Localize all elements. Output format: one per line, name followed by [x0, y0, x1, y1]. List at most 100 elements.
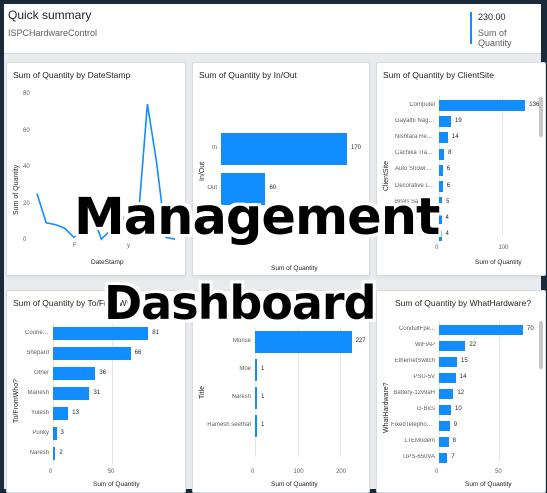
category-label: Computel: [409, 101, 435, 108]
x-tick-label: 0: [49, 469, 53, 475]
data-label: 22: [469, 342, 477, 348]
gridline: [499, 321, 500, 461]
category-label: Ramesh seethat: [207, 422, 251, 428]
data-label: 15: [461, 358, 468, 364]
x-tick-label: 100: [293, 469, 304, 475]
data-label: 227: [355, 338, 366, 344]
x-axis-title: Sum of Quantity: [271, 265, 318, 272]
category-label: Naresh: [29, 449, 49, 456]
x-axis-title: Sum of Quantity: [465, 481, 512, 488]
data-label: 170: [351, 145, 362, 151]
bar: [439, 100, 526, 111]
x-axis-title: DateStamp: [91, 259, 124, 266]
chart-card-what-hardware[interactable]: Sum of Quantity by WhatHardware? WhatHar…: [376, 290, 546, 493]
data-label: 10: [455, 406, 462, 412]
category-label: EthernetSwitch: [394, 358, 435, 364]
category-label: Auto Showrop...: [395, 166, 435, 173]
category-label: G-Bics: [417, 406, 435, 412]
category-label: Punky: [32, 429, 49, 436]
bar: [53, 347, 131, 360]
page-title: Quick summary: [8, 8, 92, 22]
category-label: Monse: [232, 338, 251, 344]
bar: [439, 325, 523, 335]
data-label: 8: [452, 438, 456, 444]
data-label: 4: [445, 231, 449, 238]
bar: [439, 181, 443, 192]
scrollbar[interactable]: [539, 321, 543, 369]
data-label: 5: [446, 198, 450, 205]
data-label: 13: [72, 409, 79, 416]
bar: [255, 415, 257, 437]
report-header: Quick summary ISPCHardwareControl 230.00…: [4, 4, 541, 54]
x-axis-title: Sum of Quantity: [475, 259, 522, 266]
category-label: Naresh: [231, 394, 251, 400]
category-label: Shepard: [26, 349, 49, 356]
bar: [439, 421, 450, 431]
category-label: WiFiAP: [415, 342, 435, 348]
bar: [221, 133, 347, 165]
x-axis-title: Sum of Quantity: [271, 481, 318, 488]
data-label: 3: [60, 429, 64, 436]
bar: [439, 405, 451, 415]
data-label: 36: [99, 369, 107, 376]
bar: [439, 148, 445, 160]
data-label: 6: [446, 166, 451, 173]
data-label: 9: [453, 422, 458, 428]
bar: [255, 331, 352, 353]
data-label: 8: [448, 150, 452, 157]
kpi-card[interactable]: 230.00 Sum of Quantity: [470, 12, 541, 48]
bar: [53, 427, 57, 440]
category-label: Gayathi Nagar ...: [395, 117, 435, 124]
y-axis-title: ClientSite: [383, 161, 390, 191]
x-tick-label: 200: [336, 469, 347, 475]
category-label: LTEModem: [404, 438, 435, 444]
category-label: Yulesh: [30, 409, 49, 416]
data-label: 7: [451, 454, 455, 460]
data-label: 136: [529, 101, 540, 108]
x-axis-title: Sum of Quantity: [93, 481, 140, 488]
category-label: PSU-5V: [413, 374, 435, 380]
data-label: 19: [455, 117, 462, 124]
category-label: CourierCo: [25, 329, 49, 336]
x-tick-label: 50: [495, 469, 502, 475]
category-label: FixedTelephon...: [391, 422, 435, 428]
chart-title: Sum of Quantity by WhatHardware?: [395, 298, 532, 308]
bar: [439, 197, 443, 209]
bar: [439, 373, 456, 383]
bar: [439, 437, 449, 447]
x-tick-label: 0: [251, 469, 255, 475]
bar: [53, 387, 90, 400]
data-label: 6: [446, 182, 451, 189]
data-label: 1: [261, 394, 265, 400]
bar: [439, 453, 448, 463]
data-label: 31: [93, 389, 101, 396]
gridline: [111, 323, 113, 465]
bar: [53, 367, 96, 380]
data-label: 81: [152, 329, 159, 336]
data-label: 14: [459, 374, 467, 380]
bar: [439, 357, 457, 367]
scrollbar[interactable]: [539, 97, 543, 137]
bar: [255, 387, 257, 409]
data-label: 12: [457, 390, 465, 396]
kpi-value: 230.00: [478, 12, 506, 22]
overlay-heading-management: Management: [74, 188, 440, 247]
data-label: 14: [451, 133, 459, 140]
bar: [255, 359, 257, 381]
bar: [53, 407, 69, 420]
chart-title: Sum of Quantity by In/Out: [199, 70, 297, 80]
category-label: In: [211, 145, 217, 151]
category-label: Moe: [239, 366, 251, 372]
bar: [439, 164, 443, 176]
gridline: [502, 96, 504, 236]
bar: [439, 341, 466, 351]
page-subtitle: ISPCHardwareControl: [8, 28, 98, 38]
bar: [439, 132, 448, 144]
y-axis-title: WhatHardware?: [383, 382, 390, 433]
overlay-heading-dashboard: Dashboard: [104, 276, 377, 330]
x-tick-label: 0: [435, 469, 439, 475]
x-tick-label: 50: [107, 469, 115, 475]
category-label: Nishtara Reco...: [395, 133, 435, 140]
y-axis-title: To/FromWho?: [13, 379, 20, 423]
data-label: 4: [445, 214, 449, 221]
